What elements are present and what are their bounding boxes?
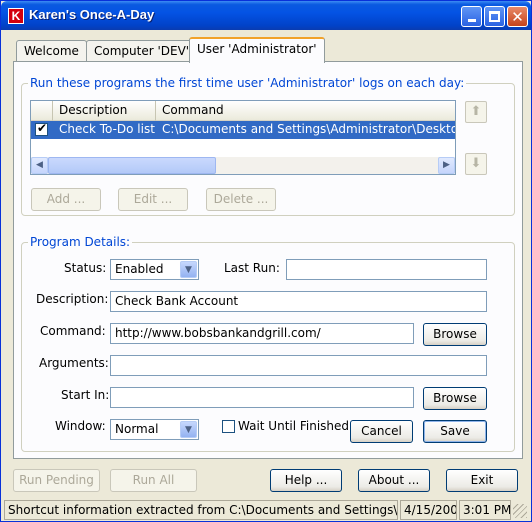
chevron-down-icon[interactable]: ▼: [180, 421, 197, 438]
window-select[interactable]: Normal ▼: [110, 419, 199, 440]
scroll-thumb[interactable]: [48, 157, 216, 174]
horizontal-scrollbar[interactable]: ◀ ▶: [31, 157, 455, 174]
details-group-legend: Program Details:: [28, 235, 133, 249]
save-button[interactable]: Save: [423, 420, 487, 443]
details-group: Program Details: Status: Enabled ▼ Last …: [21, 235, 515, 452]
programs-group-legend: Run these programs the first time user '…: [28, 76, 467, 90]
programs-list[interactable]: Description Command ✔ Check To-Do list C…: [30, 100, 456, 175]
exit-button[interactable]: Exit: [446, 469, 518, 492]
close-button[interactable]: ✕: [507, 6, 528, 27]
help-button[interactable]: Help ...: [270, 469, 342, 492]
row-command: C:\Documents and Settings\Administrator\…: [162, 122, 456, 136]
move-up-button[interactable]: ⬆: [465, 101, 487, 123]
minimize-icon: [467, 19, 476, 22]
last-run-label: Last Run:: [224, 261, 280, 275]
window-label: Window:: [55, 419, 106, 433]
tab-label: Welcome: [24, 44, 79, 58]
chevron-down-icon[interactable]: ▼: [180, 261, 197, 278]
arguments-label: Arguments:: [39, 356, 109, 370]
start-in-label: Start In:: [61, 388, 110, 402]
command-label: Command:: [40, 324, 106, 338]
row-description: Check To-Do list: [59, 122, 155, 136]
about-button[interactable]: About ...: [358, 469, 430, 492]
arguments-field[interactable]: [110, 355, 487, 376]
arrow-up-icon: ⬆: [470, 104, 482, 119]
browse-command-button[interactable]: Browse: [423, 323, 487, 346]
run-all-button[interactable]: Run All: [110, 469, 197, 492]
maximize-button[interactable]: [484, 6, 505, 27]
column-header-check[interactable]: [31, 101, 53, 121]
tab-computer[interactable]: Computer 'DEV': [86, 40, 198, 62]
app-logo-icon: K: [8, 8, 24, 24]
wait-label[interactable]: Wait Until Finished: [238, 419, 349, 433]
last-run-field[interactable]: [286, 259, 487, 280]
resize-grip-icon[interactable]: [513, 504, 527, 518]
scroll-right-icon[interactable]: ▶: [438, 157, 455, 174]
arrow-down-icon: ⬇: [470, 156, 482, 171]
description-label: Description:: [36, 292, 109, 306]
move-down-button[interactable]: ⬇: [465, 153, 487, 175]
status-time: 3:01 PM: [459, 500, 511, 520]
minimize-button[interactable]: [461, 6, 482, 27]
maximize-icon: [489, 11, 500, 22]
delete-button[interactable]: Delete ...: [206, 188, 276, 211]
status-label: Status:: [64, 261, 107, 275]
tab-welcome[interactable]: Welcome: [16, 40, 87, 62]
scroll-left-icon[interactable]: ◀: [31, 157, 48, 174]
row-checkbox[interactable]: ✔: [35, 121, 48, 136]
list-item[interactable]: ✔ Check To-Do list C:\Documents and Sett…: [31, 121, 456, 139]
start-in-field[interactable]: [110, 387, 414, 408]
column-header-command[interactable]: Command: [156, 101, 455, 121]
wait-checkbox[interactable]: [222, 420, 235, 433]
edit-button[interactable]: Edit ...: [118, 188, 188, 211]
tab-panel: Run these programs the first time user '…: [13, 61, 523, 459]
app-window: K Karen's Once-A-Day ✕ Welcome Computer …: [0, 0, 532, 522]
close-icon: ✕: [511, 8, 524, 26]
status-select[interactable]: Enabled ▼: [110, 259, 199, 280]
status-select-value: Enabled: [115, 262, 164, 276]
programs-group: Run these programs the first time user '…: [21, 76, 515, 216]
status-message: Shortcut information extracted from C:\D…: [4, 500, 398, 520]
run-pending-button[interactable]: Run Pending: [13, 469, 100, 492]
tab-label: Computer 'DEV': [94, 44, 190, 58]
tab-user[interactable]: User 'Administrator': [189, 37, 325, 63]
add-button[interactable]: Add ...: [31, 188, 101, 211]
column-header-description[interactable]: Description: [53, 101, 156, 121]
checkmark-icon: ✔: [37, 121, 48, 135]
title-bar[interactable]: K Karen's Once-A-Day ✕: [1, 1, 531, 30]
window-title: Karen's Once-A-Day: [29, 7, 155, 22]
tab-label: User 'Administrator': [197, 42, 317, 56]
browse-start-in-button[interactable]: Browse: [423, 387, 487, 410]
cancel-button[interactable]: Cancel: [350, 420, 413, 443]
command-field[interactable]: http://www.bobsbankandgrill.com/: [110, 323, 414, 344]
status-date: 4/15/2005: [400, 500, 457, 520]
description-field[interactable]: Check Bank Account: [110, 291, 487, 312]
window-select-value: Normal: [115, 422, 159, 436]
